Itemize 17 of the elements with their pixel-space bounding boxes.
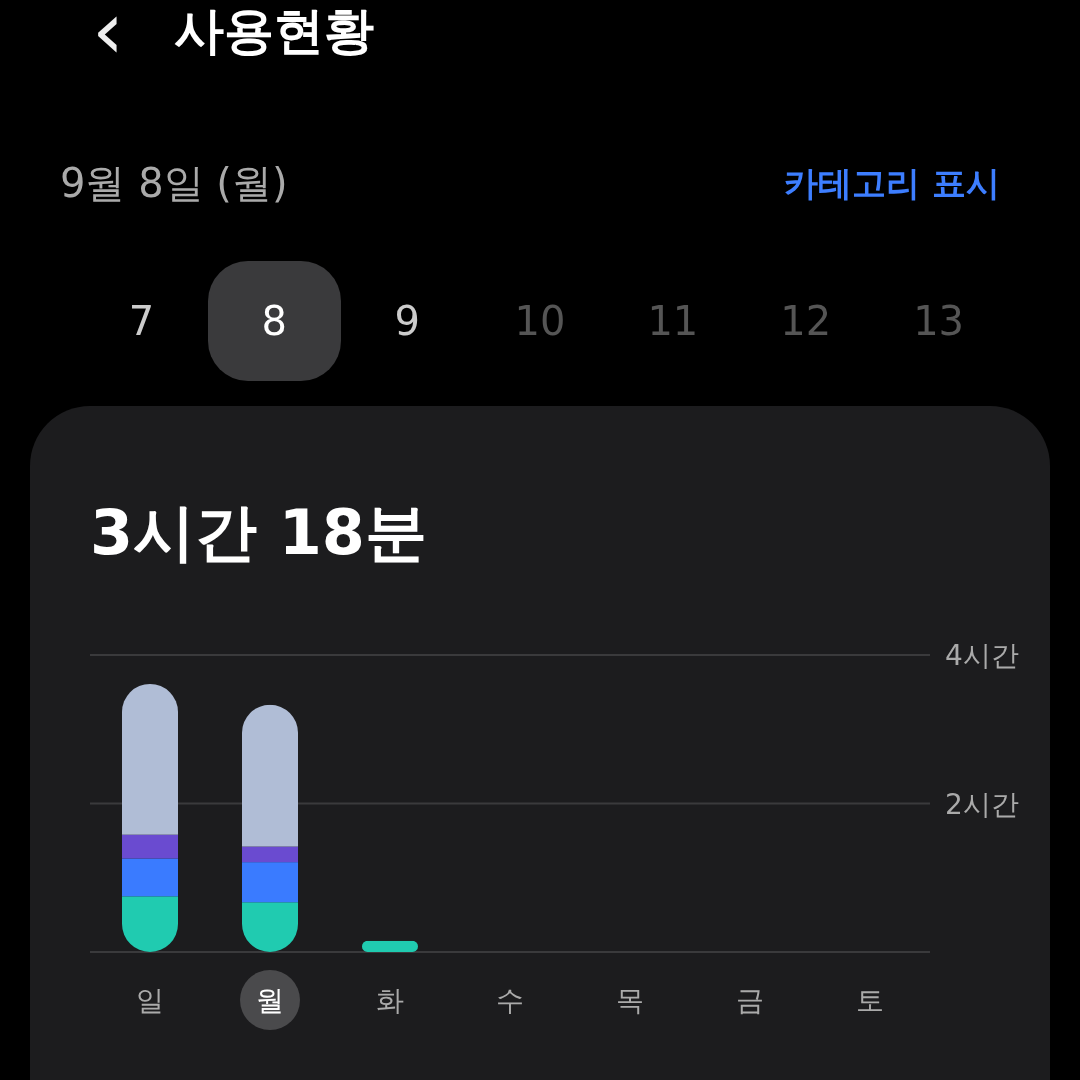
weekday-label[interactable]: 일 [136, 984, 164, 1017]
axis-label: 4시간 [945, 639, 1019, 672]
weekday-label[interactable]: 화 [376, 984, 404, 1017]
date-tab[interactable]: 8 [207, 261, 341, 381]
date-tab[interactable]: 7 [75, 261, 208, 381]
weekday-label[interactable]: 수 [496, 984, 524, 1017]
weekday-label[interactable]: 금 [736, 984, 764, 1017]
category-link[interactable]: 카테고리 표시 [784, 160, 1000, 207]
date-tab[interactable]: 9 [340, 261, 474, 381]
weekday-label[interactable]: 토 [856, 984, 884, 1017]
date-label: 9월 8일 (월) [60, 159, 288, 208]
back-button[interactable]: ‹ [82, 1, 134, 61]
page-title: 사용현황 [174, 0, 374, 62]
weekday-label[interactable]: 월 [256, 984, 284, 1017]
total-time: 3시간 18분 [90, 495, 428, 571]
axis-label: 2시간 [945, 787, 1019, 821]
weekday-label[interactable]: 목 [616, 984, 644, 1017]
